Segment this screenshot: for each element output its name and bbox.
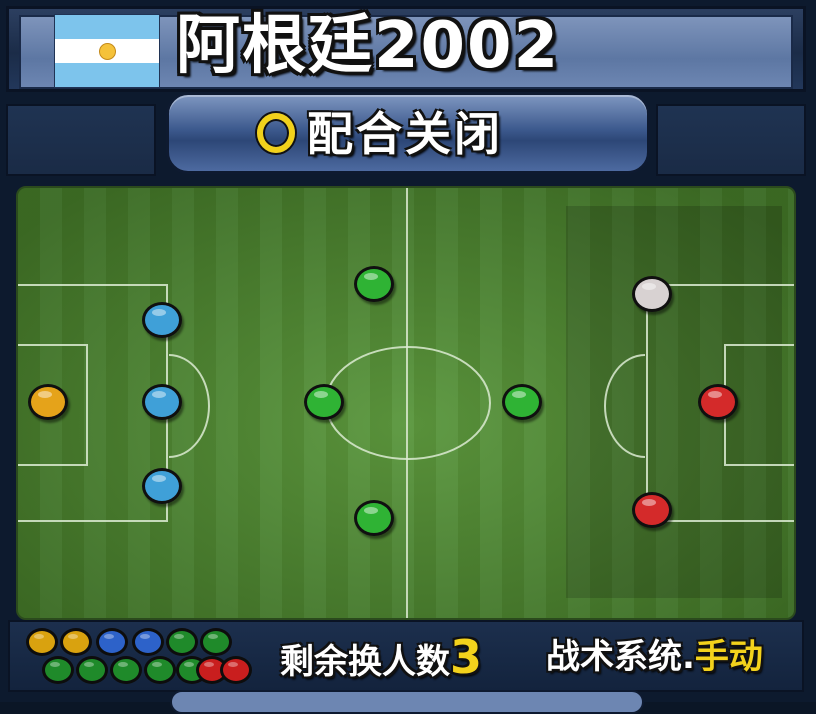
player-midfielder[interactable] xyxy=(354,500,394,536)
player-defender[interactable] xyxy=(142,384,182,420)
player-midfielder[interactable] xyxy=(354,266,394,302)
subs-remaining: 剩余换人数3 xyxy=(280,628,482,686)
roster-dot xyxy=(132,628,164,656)
tactics-system-label: 战术系统. xyxy=(546,637,695,677)
argentina-flag-icon xyxy=(54,14,160,88)
cooperation-toggle-label: 配合关闭 xyxy=(307,107,503,161)
player-defender[interactable] xyxy=(142,468,182,504)
roster-dot xyxy=(166,628,198,656)
player-forward[interactable] xyxy=(698,384,738,420)
roster-dot xyxy=(60,628,92,656)
player-forward[interactable] xyxy=(632,492,672,528)
next-menu-tab xyxy=(170,690,644,714)
player-midfielder[interactable] xyxy=(502,384,542,420)
right-side-panel xyxy=(656,104,806,176)
left-side-panel xyxy=(6,104,156,176)
roster-dot xyxy=(42,656,74,684)
player-defender[interactable] xyxy=(142,302,182,338)
roster-dot xyxy=(76,656,108,684)
player-midfielder[interactable] xyxy=(304,384,344,420)
player-forward[interactable] xyxy=(632,276,672,312)
player-goalkeeper[interactable] xyxy=(28,384,68,420)
center-circle xyxy=(325,346,491,460)
tactics-system-value[interactable]: 手动 xyxy=(695,637,763,677)
roster-dot xyxy=(26,628,58,656)
status-bar: 剩余换人数3 战术系统.手动 xyxy=(8,620,804,692)
circle-button-icon xyxy=(257,113,295,153)
pitch-container xyxy=(10,180,802,626)
cooperation-toggle-button[interactable]: 配合关闭 xyxy=(166,92,650,174)
tactics-system: 战术系统.手动 xyxy=(546,628,763,686)
game-screen: 阿根廷2002 配合关闭 剩余换人数3 战术系统.手动 xyxy=(0,0,816,714)
subs-remaining-label: 剩余换人数 xyxy=(280,642,450,682)
team-name: 阿根廷2002 xyxy=(176,9,561,83)
roster-dot xyxy=(200,628,232,656)
sun-of-may-icon xyxy=(99,43,116,60)
roster-dot xyxy=(96,628,128,656)
roster-dot xyxy=(110,656,142,684)
roster-dot xyxy=(144,656,176,684)
formation-pitch xyxy=(16,186,796,620)
roster-dot xyxy=(220,656,252,684)
subs-remaining-value: 3 xyxy=(450,630,483,684)
